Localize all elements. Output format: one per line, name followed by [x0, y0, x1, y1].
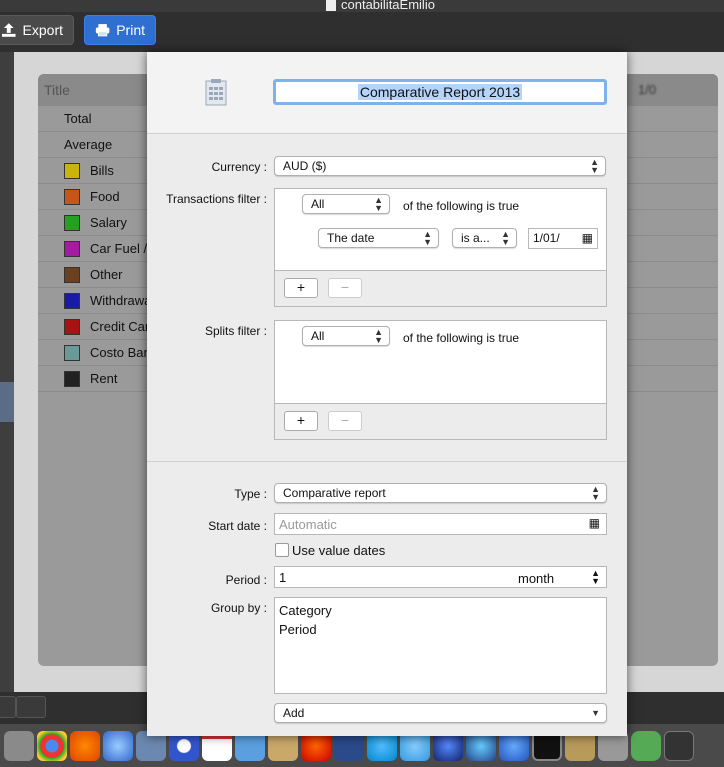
- document-icon: [326, 0, 336, 11]
- add-rule-button[interactable]: +: [284, 278, 318, 298]
- firefox-icon[interactable]: [70, 730, 100, 761]
- rule-field-select[interactable]: The date ▲ ▼: [318, 228, 439, 248]
- section-divider: [147, 461, 627, 462]
- color-swatch: [64, 266, 80, 283]
- print-button[interactable]: Print: [84, 15, 156, 45]
- row-label: Food: [90, 189, 120, 204]
- rule-operator-select[interactable]: is a... ▲ ▼: [452, 228, 517, 248]
- transactions-match-text: of the following is true: [403, 199, 520, 213]
- remove-split-rule-button[interactable]: −: [328, 411, 362, 431]
- color-swatch: [64, 162, 80, 179]
- color-swatch: [64, 370, 80, 387]
- sheet-header: Comparative Report 2013: [147, 52, 627, 134]
- evernote-icon[interactable]: [631, 730, 661, 761]
- calendar-grid-icon: ▦: [581, 231, 593, 245]
- period-unit[interactable]: month: [518, 571, 554, 586]
- chevron-down-icon: ▼: [591, 708, 600, 718]
- row-label: Rent: [90, 371, 118, 386]
- report-type-select[interactable]: Comparative report ▲ ▼: [274, 483, 607, 503]
- transactions-filter-box: All ▲ ▼ of the following is true The date ▲…: [274, 188, 607, 307]
- color-swatch: [64, 318, 80, 335]
- splits-match-text: of the following is true: [403, 331, 520, 345]
- color-swatch: [64, 344, 80, 361]
- row-label: Withdrawa: [90, 293, 150, 308]
- use-value-dates-checkbox[interactable]: [275, 543, 289, 557]
- group-by-item[interactable]: Period: [279, 620, 602, 639]
- use-value-dates-label: Use value dates: [292, 543, 386, 558]
- toolbar: Export Print: [0, 12, 724, 52]
- group-by-label: Group by :: [210, 601, 267, 615]
- safari-icon[interactable]: [103, 730, 133, 761]
- splits-match-select[interactable]: All ▲ ▼: [302, 326, 390, 346]
- start-date-label: Start date :: [208, 519, 267, 533]
- column-header-date[interactable]: 1/0: [638, 82, 656, 97]
- color-swatch: [64, 240, 80, 257]
- splits-filter-footer: + −: [275, 403, 606, 439]
- rule-date-field[interactable]: 1/01/▦: [528, 228, 598, 249]
- period-label: Period :: [225, 573, 267, 587]
- color-swatch: [64, 188, 80, 205]
- row-label: Credit Car: [90, 319, 150, 334]
- app-icon[interactable]: [664, 730, 694, 761]
- window-title: contabilitaEmilio: [326, 0, 435, 12]
- row-label: Salary: [90, 215, 127, 230]
- export-icon: [1, 23, 16, 37]
- calendar-grid-icon[interactable]: ▦: [589, 516, 600, 530]
- row-label: Average: [64, 137, 113, 152]
- row-label: Total: [64, 111, 92, 126]
- start-date-field[interactable]: Automatic ▦: [274, 513, 607, 535]
- report-settings-sheet: Comparative Report 2013 Currency : AUD (…: [147, 52, 627, 736]
- remove-rule-button[interactable]: −: [328, 278, 362, 298]
- add-group-select[interactable]: Add ▼: [274, 703, 607, 723]
- report-title-input[interactable]: Comparative Report 2013: [273, 79, 607, 105]
- type-label: Type :: [234, 487, 267, 501]
- stepper-icon[interactable]: ▲ ▼: [591, 569, 600, 586]
- sidebar-toggle-button[interactable]: [0, 696, 16, 718]
- transactions-filter-label: Transactions filter :: [166, 192, 267, 206]
- launchpad-icon[interactable]: [4, 730, 34, 761]
- window-titlebar: contabilitaEmilio: [0, 0, 724, 12]
- row-label: Bills: [90, 163, 114, 178]
- transactions-filter-footer: + −: [275, 270, 606, 306]
- row-label: Other: [90, 267, 123, 282]
- export-button[interactable]: Export: [0, 15, 74, 45]
- panel-toggle-button[interactable]: [16, 696, 46, 718]
- color-swatch: [64, 292, 80, 309]
- splits-filter-label: Splits filter :: [204, 324, 267, 338]
- printer-icon: [95, 24, 110, 37]
- currency-label: Currency :: [211, 160, 267, 174]
- updown-arrows-icon: ▲ ▼: [590, 157, 599, 175]
- period-field[interactable]: 1 month ▲ ▼: [274, 566, 607, 588]
- group-by-list[interactable]: Category Period: [274, 597, 607, 694]
- transactions-match-select[interactable]: All ▲ ▼: [302, 194, 390, 214]
- currency-select[interactable]: AUD ($) ▲ ▼: [274, 156, 606, 176]
- row-label: Costo Ban: [90, 345, 150, 360]
- color-swatch: [64, 214, 80, 231]
- row-label: Car Fuel /: [90, 241, 148, 256]
- chrome-icon[interactable]: [37, 730, 67, 761]
- splits-filter-box: All ▲ ▼ of the following is true + −: [274, 320, 607, 440]
- add-split-rule-button[interactable]: +: [284, 411, 318, 431]
- sidebar-selected-item[interactable]: [0, 382, 14, 422]
- sidebar: [0, 52, 14, 692]
- report-icon: [205, 79, 227, 106]
- group-by-item[interactable]: Category: [279, 601, 602, 620]
